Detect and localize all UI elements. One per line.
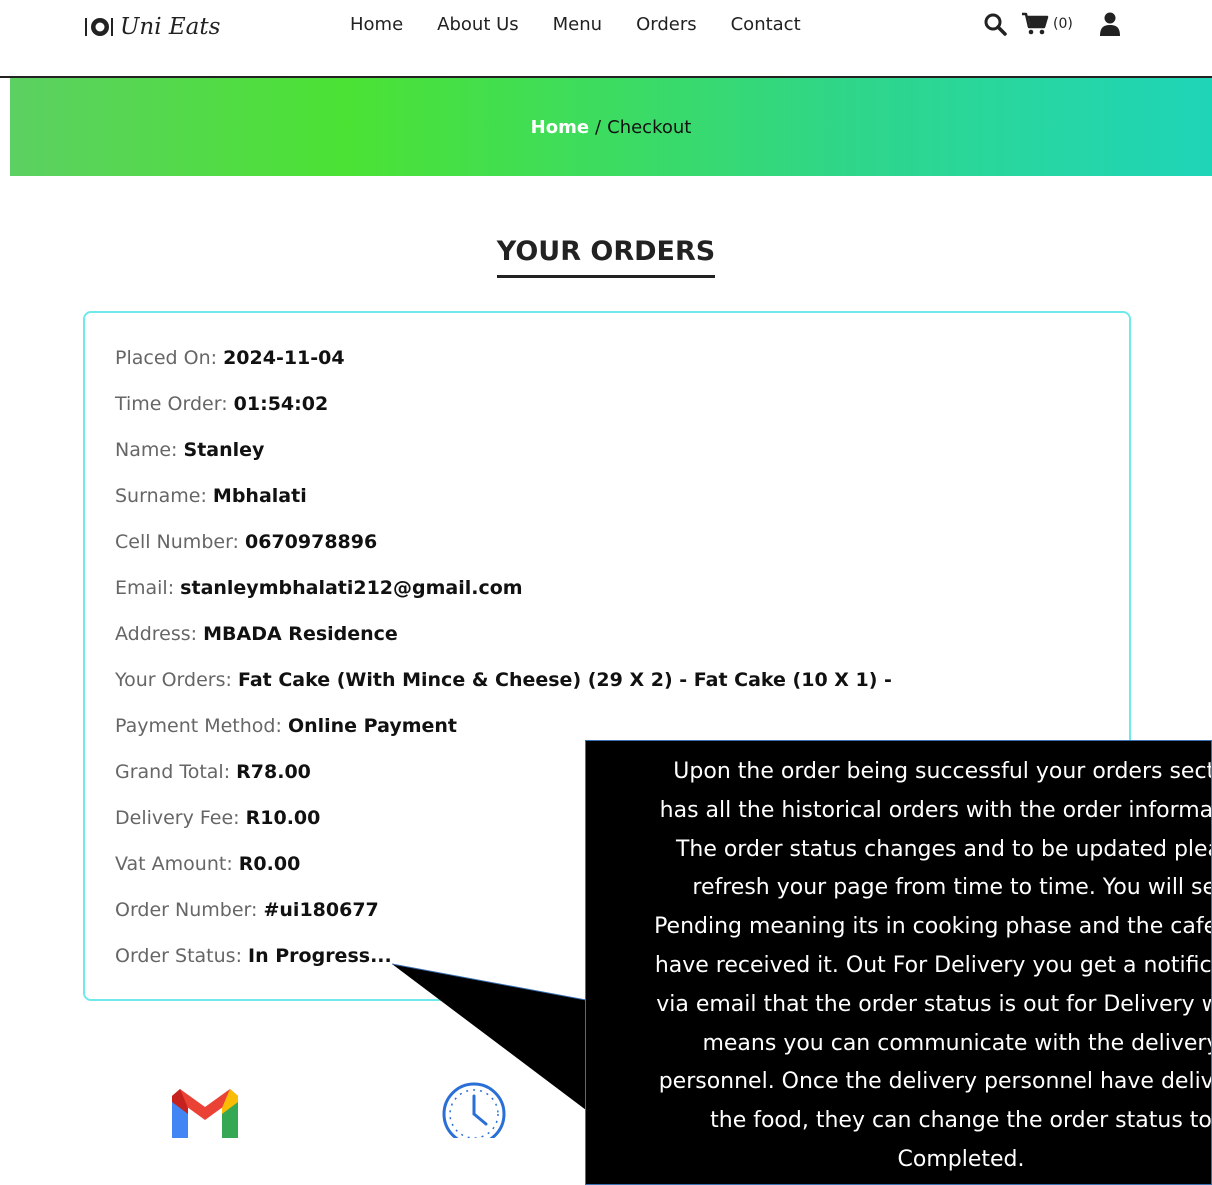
- order-placed-on: Placed On: 2024-11-04: [115, 347, 892, 393]
- field-label: Grand Total:: [115, 761, 231, 783]
- nav-menu[interactable]: Menu: [553, 14, 602, 35]
- field-label: Order Number:: [115, 899, 258, 921]
- page-banner: Home / Checkout: [10, 78, 1212, 176]
- brand-name: Uni Eats: [120, 14, 221, 40]
- breadcrumb-home-link[interactable]: Home: [531, 117, 589, 138]
- nav-contact[interactable]: Contact: [731, 14, 801, 35]
- order-name: Name: Stanley: [115, 439, 892, 485]
- field-label: Address:: [115, 623, 198, 645]
- breadcrumb-separator: /: [595, 116, 602, 138]
- brand-logo[interactable]: Uni Eats: [84, 14, 220, 40]
- nav-orders[interactable]: Orders: [636, 14, 697, 35]
- order-time: Time Order: 01:54:02: [115, 393, 892, 439]
- field-value: Fat Cake (With Mince & Cheese) (29 X 2) …: [237, 669, 892, 691]
- header-actions: (0): [983, 12, 1121, 36]
- breadcrumb-current: Checkout: [607, 116, 692, 138]
- order-cell-number: Cell Number: 0670978896: [115, 531, 892, 577]
- field-value: stanleymbhalati212@gmail.com: [180, 577, 523, 599]
- field-value: MBADA Residence: [203, 623, 398, 645]
- cart-button[interactable]: (0): [1021, 12, 1073, 36]
- cart-icon: [1022, 12, 1049, 35]
- user-account-button[interactable]: [1099, 12, 1121, 36]
- nav-about-us[interactable]: About Us: [437, 14, 519, 35]
- section-title-wrap: YOUR ORDERS: [0, 236, 1212, 278]
- field-value: R78.00: [236, 761, 311, 783]
- field-value: 0670978896: [245, 531, 378, 553]
- clock-icon[interactable]: [440, 1080, 508, 1138]
- order-status-value: In Progress...: [248, 945, 392, 967]
- callout-text: Upon the order being successful your ord…: [654, 759, 1212, 1172]
- field-label: Placed On:: [115, 347, 218, 369]
- field-label: Time Order:: [115, 393, 228, 415]
- field-value: R10.00: [245, 807, 321, 829]
- order-surname: Surname: Mbhalati: [115, 485, 892, 531]
- user-icon: [1099, 12, 1120, 36]
- field-label: Email:: [115, 577, 175, 599]
- field-value: R0.00: [238, 853, 301, 875]
- cart-count: (0): [1053, 16, 1073, 32]
- field-label: Payment Method:: [115, 715, 282, 737]
- search-icon: [984, 13, 1007, 36]
- gmail-icon[interactable]: [170, 1086, 240, 1138]
- field-value: #ui180677: [263, 899, 379, 921]
- plate-cutlery-icon: [85, 18, 113, 36]
- field-label: Cell Number:: [115, 531, 239, 553]
- field-value: Online Payment: [287, 715, 457, 737]
- field-label: Name:: [115, 439, 178, 461]
- field-label: Vat Amount:: [115, 853, 233, 875]
- field-value: 2024-11-04: [223, 347, 345, 369]
- section-title: YOUR ORDERS: [496, 236, 716, 278]
- breadcrumb: Home / Checkout: [531, 117, 692, 138]
- search-button[interactable]: [983, 12, 1007, 36]
- field-label: Delivery Fee:: [115, 807, 240, 829]
- tutorial-callout: Upon the order being successful your ord…: [585, 740, 1212, 1185]
- field-value: Stanley: [183, 439, 265, 461]
- order-address: Address: MBADA Residence: [115, 623, 892, 669]
- field-label: Surname:: [115, 485, 207, 507]
- site-header: Uni Eats Home About Us Menu Orders Conta…: [0, 0, 1212, 78]
- main-nav: Home About Us Menu Orders Contact: [350, 14, 801, 35]
- field-label: Your Orders:: [115, 669, 232, 691]
- order-items: Your Orders: Fat Cake (With Mince & Chee…: [115, 669, 892, 715]
- order-email: Email: stanleymbhalati212@gmail.com: [115, 577, 892, 623]
- nav-home[interactable]: Home: [350, 14, 403, 35]
- field-value: Mbhalati: [212, 485, 307, 507]
- field-value: 01:54:02: [233, 393, 329, 415]
- field-label: Order Status:: [115, 945, 242, 967]
